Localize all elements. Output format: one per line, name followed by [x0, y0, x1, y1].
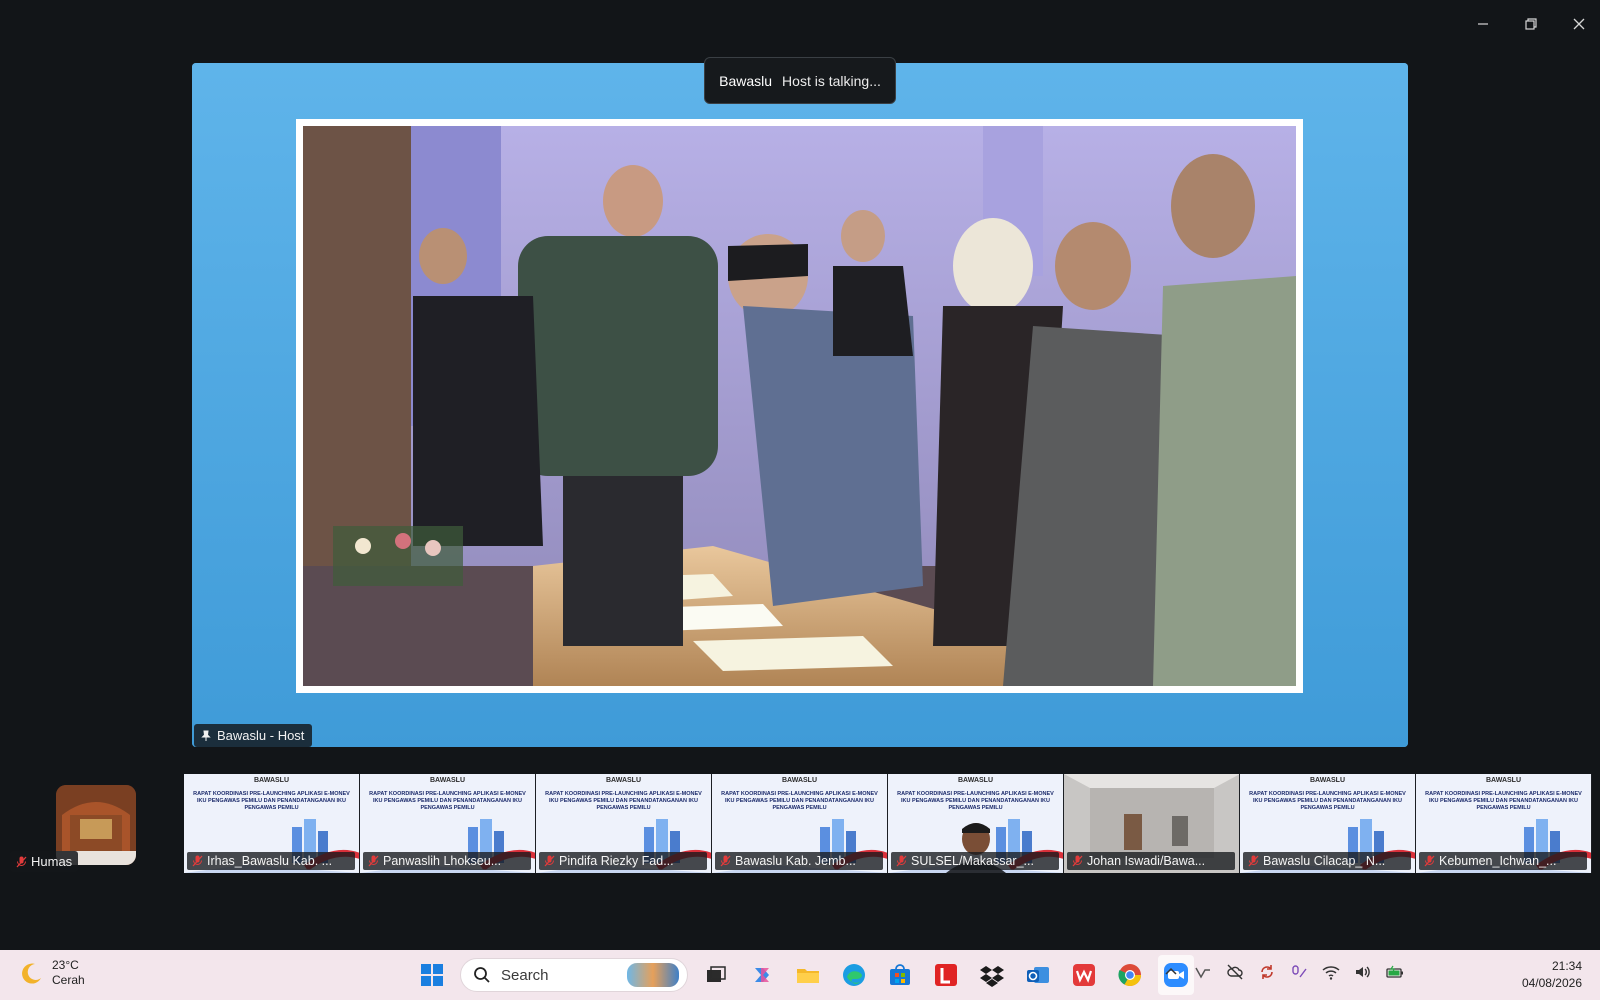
- voice-access-icon[interactable]: [1290, 963, 1308, 981]
- clock-time: 21:34: [1551, 959, 1582, 973]
- mic-off-icon: [1072, 855, 1083, 867]
- moon-icon: [22, 963, 41, 984]
- slide-logo-text: BAWASLU: [430, 777, 465, 784]
- slide-title-text: RAPAT KOORDINASI PRE-LAUNCHING APLIKASI …: [721, 791, 878, 811]
- search-highlight-image: [627, 963, 679, 987]
- participant-name-label: Johan Iswadi/Bawa...: [1067, 852, 1235, 870]
- l-app-icon[interactable]: [928, 955, 964, 995]
- mic-off-icon: [16, 856, 27, 867]
- participant-strip: BAWASLU RAPAT KOORDINASI PRE-LAUNCHING AP…: [184, 774, 1592, 873]
- participant-tile[interactable]: BAWASLU RAPAT KOORDINASI PRE-LAUNCHING AP…: [888, 774, 1064, 873]
- participant-tile[interactable]: BAWASLU RAPAT KOORDINASI PRE-LAUNCHING AP…: [184, 774, 360, 873]
- mic-off-icon: [1424, 855, 1435, 867]
- outlook-icon[interactable]: [1020, 955, 1056, 995]
- participant-name-label: SULSEL/Makassar_...: [891, 852, 1059, 870]
- slide-title-text: RAPAT KOORDINASI PRE-LAUNCHING APLIKASI …: [1249, 791, 1406, 811]
- main-video-name-label: Bawaslu - Host: [194, 724, 313, 747]
- slide-logo-text: BAWASLU: [606, 777, 641, 784]
- slide-title-text: RAPAT KOORDINASI PRE-LAUNCHING APLIKASI …: [1425, 791, 1582, 811]
- window-controls: [1474, 10, 1588, 38]
- self-name-label: Humas: [10, 851, 79, 872]
- close-icon[interactable]: [1570, 10, 1588, 38]
- slide-title-text: RAPAT KOORDINASI PRE-LAUNCHING APLIKASI …: [897, 791, 1054, 811]
- self-name: Humas: [31, 854, 73, 869]
- taskbar-apps: Search: [414, 955, 1194, 995]
- participant-name-label: Panwaslih Lhokseu...: [363, 852, 531, 870]
- participant-name: Johan Iswadi/Bawa...: [1087, 854, 1206, 868]
- store-icon[interactable]: [882, 955, 918, 995]
- copilot-icon[interactable]: [744, 955, 780, 995]
- cloud-off-icon[interactable]: [1226, 963, 1244, 981]
- participant-tile[interactable]: Johan Iswadi/Bawa...: [1064, 774, 1240, 873]
- restore-icon[interactable]: [1522, 10, 1540, 38]
- main-video-name: Bawaslu - Host: [217, 728, 305, 743]
- chevron-up-icon[interactable]: [1162, 963, 1180, 981]
- weather-temp: 23°C: [52, 958, 79, 972]
- slide-title-text: RAPAT KOORDINASI PRE-LAUNCHING APLIKASI …: [545, 791, 702, 811]
- wifi-icon[interactable]: [1322, 963, 1340, 981]
- windows-taskbar: 23°C Cerah Search 21:34 04/08/2026: [0, 950, 1600, 1000]
- participant-name-label: Bawaslu Kab. Jemb...: [715, 852, 883, 870]
- dropbox-icon[interactable]: [974, 955, 1010, 995]
- slide-title-text: RAPAT KOORDINASI PRE-LAUNCHING APLIKASI …: [193, 791, 350, 811]
- participant-tile[interactable]: BAWASLU RAPAT KOORDINASI PRE-LAUNCHING AP…: [1416, 774, 1592, 873]
- slide-logo-text: BAWASLU: [958, 777, 993, 784]
- taskbar-search-box[interactable]: Search: [460, 958, 688, 992]
- shared-video-frame: [296, 119, 1303, 693]
- participant-name-label: Bawaslu Cilacap_ N...: [1243, 852, 1411, 870]
- slide-logo-text: BAWASLU: [1310, 777, 1345, 784]
- zoom-meeting-window: Bawaslu Host is talking... Bawaslu - Hos…: [0, 0, 1600, 950]
- participant-name: Pindifa Riezky Fad...: [559, 854, 674, 868]
- participant-name-label: Kebumen_Ichwan_...: [1419, 852, 1587, 870]
- mic-off-icon: [192, 855, 203, 867]
- minimize-icon[interactable]: [1474, 10, 1492, 38]
- slide-logo-text: BAWASLU: [1486, 777, 1521, 784]
- participant-name: Panwaslih Lhokseu...: [383, 854, 502, 868]
- volume-icon[interactable]: [1354, 963, 1372, 981]
- system-tray: [1162, 963, 1404, 981]
- taskbar-clock[interactable]: 21:34 04/08/2026: [1522, 958, 1582, 992]
- participant-name: Kebumen_Ichwan_...: [1439, 854, 1557, 868]
- participant-name: Irhas_Bawaslu Kab. ...: [207, 854, 333, 868]
- participant-tile[interactable]: BAWASLU RAPAT KOORDINASI PRE-LAUNCHING AP…: [536, 774, 712, 873]
- task-view-icon[interactable]: [698, 955, 734, 995]
- battery-icon[interactable]: [1386, 963, 1404, 981]
- windows-start-icon[interactable]: [414, 955, 450, 995]
- chrome-icon[interactable]: [1112, 955, 1148, 995]
- weather-widget[interactable]: 23°C Cerah: [18, 958, 85, 988]
- edge-icon[interactable]: [836, 955, 872, 995]
- slide-logo-text: BAWASLU: [254, 777, 289, 784]
- participant-name: Bawaslu Kab. Jemb...: [735, 854, 856, 868]
- active-speaker-status: Host is talking...: [782, 72, 881, 89]
- clock-date: 04/08/2026: [1521, 976, 1582, 990]
- pin-icon: [201, 730, 211, 741]
- mic-off-icon: [1248, 855, 1259, 867]
- search-icon: [474, 967, 490, 983]
- search-placeholder: Search: [501, 966, 549, 984]
- mic-off-icon: [368, 855, 379, 867]
- participant-name: Bawaslu Cilacap_ N...: [1263, 854, 1386, 868]
- participant-tile[interactable]: BAWASLU RAPAT KOORDINASI PRE-LAUNCHING AP…: [360, 774, 536, 873]
- participant-name: SULSEL/Makassar_...: [911, 854, 1034, 868]
- participant-name-label: Pindifa Riezky Fad...: [539, 852, 707, 870]
- file-explorer-icon[interactable]: [790, 955, 826, 995]
- active-speaker-name: Bawaslu: [719, 72, 773, 89]
- vpn-icon[interactable]: [1194, 963, 1212, 981]
- slide-title-text: RAPAT KOORDINASI PRE-LAUNCHING APLIKASI …: [369, 791, 526, 811]
- signing-ceremony-video: [303, 126, 1296, 686]
- active-speaker-indicator: Bawaslu Host is talking...: [704, 57, 896, 104]
- weather-desc: Cerah: [52, 973, 85, 987]
- participant-tile[interactable]: BAWASLU RAPAT KOORDINASI PRE-LAUNCHING AP…: [712, 774, 888, 873]
- main-video-stage[interactable]: [192, 63, 1408, 747]
- mic-off-icon: [896, 855, 907, 867]
- sync-icon[interactable]: [1258, 963, 1276, 981]
- mic-off-icon: [544, 855, 555, 867]
- mic-off-icon: [720, 855, 731, 867]
- participant-name-label: Irhas_Bawaslu Kab. ...: [187, 852, 355, 870]
- participant-tile[interactable]: BAWASLU RAPAT KOORDINASI PRE-LAUNCHING AP…: [1240, 774, 1416, 873]
- wps-icon[interactable]: [1066, 955, 1102, 995]
- slide-logo-text: BAWASLU: [782, 777, 817, 784]
